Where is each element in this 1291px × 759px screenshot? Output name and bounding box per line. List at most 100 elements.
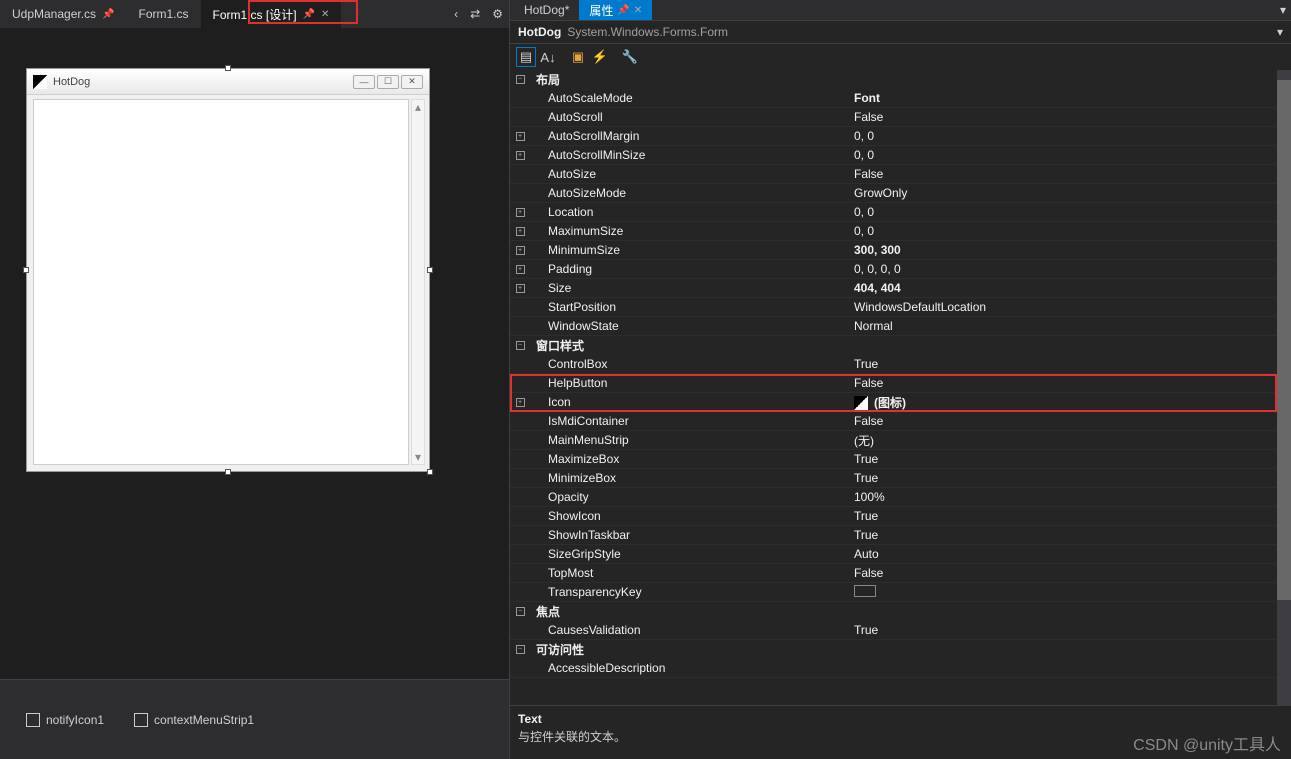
gear-icon[interactable]: ⚙ (486, 7, 509, 21)
property-name[interactable]: MaximizeBox (530, 452, 850, 466)
property-row[interactable]: MaximizeBoxTrue (510, 450, 1291, 469)
property-row[interactable]: MinimizeBoxTrue (510, 469, 1291, 488)
tab-udpmanager[interactable]: UdpManager.cs 📌 (0, 0, 127, 28)
expand-icon[interactable]: + (516, 398, 525, 407)
property-value[interactable]: True (850, 528, 1291, 542)
minimize-button[interactable]: — (353, 75, 375, 89)
property-value[interactable]: Font (850, 91, 1291, 105)
resize-handle[interactable] (23, 267, 29, 273)
property-value[interactable]: (无) (850, 432, 1291, 449)
property-value[interactable]: True (850, 509, 1291, 523)
property-name[interactable]: AutoScrollMargin (530, 129, 850, 143)
property-name[interactable]: Padding (530, 262, 850, 276)
expand-icon[interactable]: + (516, 227, 525, 236)
property-row[interactable]: TransparencyKey (510, 583, 1291, 602)
pin-icon[interactable]: 📌 (303, 9, 315, 20)
property-row[interactable]: CausesValidationTrue (510, 621, 1291, 640)
expand-icon[interactable]: + (516, 265, 525, 274)
property-value[interactable]: True (850, 357, 1291, 371)
property-row[interactable]: + AutoScrollMargin0, 0 (510, 127, 1291, 146)
property-name[interactable]: Size (530, 281, 850, 295)
property-row[interactable]: AccessibleDescription (510, 659, 1291, 678)
property-row[interactable]: ShowInTaskbarTrue (510, 526, 1291, 545)
property-value[interactable]: 0, 0 (850, 148, 1291, 162)
scroll-thumb[interactable] (1277, 80, 1291, 600)
property-name[interactable]: MinimizeBox (530, 471, 850, 485)
property-name[interactable]: ControlBox (530, 357, 850, 371)
property-value[interactable]: 404, 404 (850, 281, 1291, 295)
property-value[interactable]: True (850, 452, 1291, 466)
resize-handle[interactable] (427, 469, 433, 475)
form-preview[interactable]: HotDog — ☐ ✕ ▴ ▾ (26, 68, 430, 472)
property-value[interactable]: False (850, 110, 1291, 124)
scroll-down-icon[interactable]: ▾ (412, 450, 424, 464)
property-value[interactable]: 100% (850, 490, 1291, 504)
property-name[interactable]: ShowInTaskbar (530, 528, 850, 542)
property-value[interactable]: False (850, 414, 1291, 428)
events-icon[interactable]: ⚡ (590, 47, 610, 67)
maximize-button[interactable]: ☐ (377, 75, 399, 89)
property-value[interactable]: Auto (850, 547, 1291, 561)
property-value[interactable]: True (850, 471, 1291, 485)
property-row[interactable]: Opacity100% (510, 488, 1291, 507)
expand-icon[interactable]: + (516, 132, 525, 141)
grid-scrollbar[interactable] (1277, 70, 1291, 705)
property-value[interactable]: True (850, 623, 1291, 637)
property-value[interactable]: 0, 0 (850, 129, 1291, 143)
property-row[interactable]: AutoScaleModeFont (510, 89, 1291, 108)
object-selector[interactable]: HotDog System.Windows.Forms.Form ▾ (510, 20, 1291, 44)
property-name[interactable]: AutoSize (530, 167, 850, 181)
property-name[interactable]: HelpButton (530, 376, 850, 390)
scroll-up-icon[interactable]: ▴ (412, 100, 424, 114)
property-row[interactable]: TopMostFalse (510, 564, 1291, 583)
collapse-icon[interactable]: − (510, 607, 530, 616)
property-name[interactable]: AutoScrollMinSize (530, 148, 850, 162)
category-row[interactable]: −焦点 (510, 602, 1291, 621)
property-value[interactable]: 0, 0, 0, 0 (850, 262, 1291, 276)
expand-icon[interactable]: + (516, 284, 525, 293)
property-name[interactable]: AutoScroll (530, 110, 850, 124)
alphabetical-icon[interactable]: A↓ (538, 47, 558, 67)
property-value[interactable]: (图标) (850, 394, 1291, 411)
tab-hotdog[interactable]: HotDog* (514, 0, 579, 20)
property-grid[interactable]: −布局AutoScaleModeFontAutoScrollFalse+Auto… (510, 70, 1291, 705)
property-name[interactable]: MinimumSize (530, 243, 850, 257)
collapse-icon[interactable]: − (510, 645, 530, 654)
property-value[interactable]: Normal (850, 319, 1291, 333)
properties-icon[interactable]: ▣ (568, 47, 588, 67)
property-value[interactable]: False (850, 167, 1291, 181)
category-row[interactable]: −布局 (510, 70, 1291, 89)
category-row[interactable]: −窗口样式 (510, 336, 1291, 355)
property-name[interactable]: SizeGripStyle (530, 547, 850, 561)
chevron-down-icon[interactable]: ▾ (1277, 25, 1283, 39)
categorized-icon[interactable]: ▤ (516, 47, 536, 67)
close-icon[interactable]: ✕ (634, 5, 642, 16)
property-name[interactable]: IsMdiContainer (530, 414, 850, 428)
property-name[interactable]: MaximumSize (530, 224, 850, 238)
property-row[interactable]: AutoScrollFalse (510, 108, 1291, 127)
swap-icon[interactable]: ⇄ (464, 7, 486, 21)
property-row[interactable]: +Icon(图标) (510, 393, 1291, 412)
expand-icon[interactable]: + (516, 208, 525, 217)
property-row[interactable]: StartPositionWindowsDefaultLocation (510, 298, 1291, 317)
property-name[interactable]: MainMenuStrip (530, 433, 850, 447)
property-row[interactable]: IsMdiContainerFalse (510, 412, 1291, 431)
property-row[interactable]: + Size404, 404 (510, 279, 1291, 298)
resize-handle[interactable] (225, 469, 231, 475)
property-name[interactable]: TransparencyKey (530, 585, 850, 599)
property-name[interactable]: Location (530, 205, 850, 219)
property-row[interactable]: WindowStateNormal (510, 317, 1291, 336)
expand-icon[interactable]: + (516, 246, 525, 255)
tab-properties[interactable]: 属性 📌 ✕ (579, 0, 652, 20)
dropdown-icon[interactable]: ▾ (1275, 3, 1291, 17)
property-value[interactable]: 300, 300 (850, 243, 1291, 257)
nav-back-icon[interactable]: ‹ (448, 7, 464, 21)
property-row[interactable]: AutoSizeFalse (510, 165, 1291, 184)
property-row[interactable]: HelpButtonFalse (510, 374, 1291, 393)
pin-icon[interactable]: 📌 (617, 5, 629, 16)
tab-form1-design[interactable]: Form1.cs [设计] 📌 ✕ (201, 0, 342, 28)
property-row[interactable]: ShowIconTrue (510, 507, 1291, 526)
property-row[interactable]: AutoSizeModeGrowOnly (510, 184, 1291, 203)
property-name[interactable]: AutoScaleMode (530, 91, 850, 105)
property-name[interactable]: ShowIcon (530, 509, 850, 523)
